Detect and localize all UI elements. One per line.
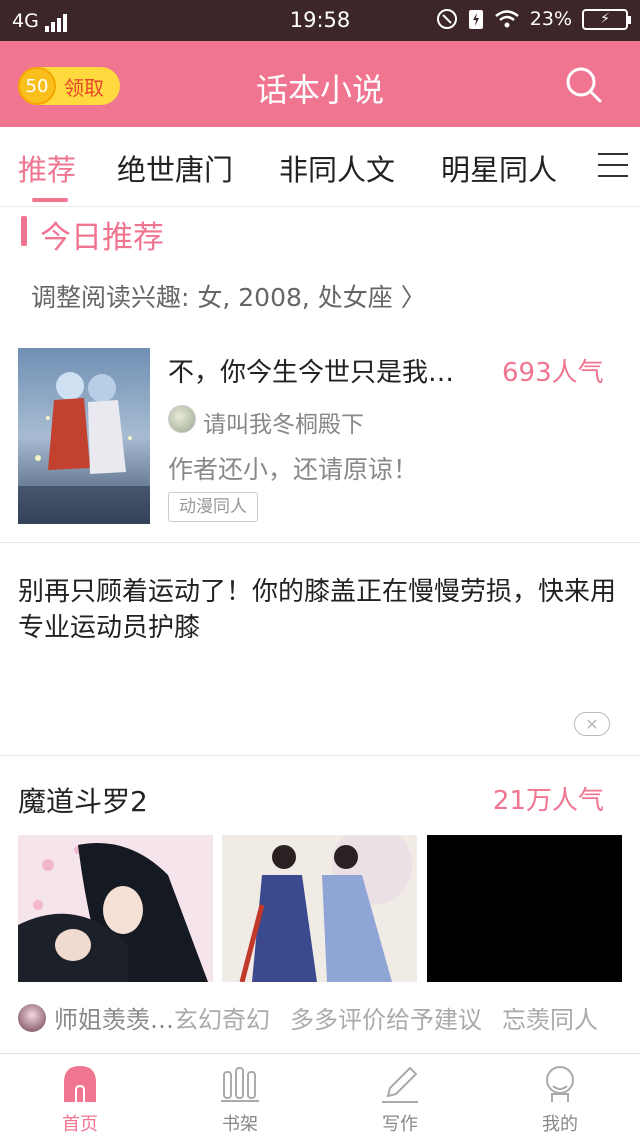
- divider: [0, 755, 640, 756]
- home-icon: [64, 1066, 96, 1102]
- nav-label: 书架: [222, 1114, 258, 1135]
- pencil-icon: [382, 1066, 418, 1103]
- section-marker: [21, 216, 27, 246]
- battery-icon: ⚡: [582, 8, 631, 30]
- nav-bookshelf[interactable]: 书架: [160, 1054, 320, 1138]
- tab-recommend[interactable]: 推荐: [18, 147, 76, 189]
- book-popularity: 21万人气: [492, 786, 604, 816]
- charging-icon: [468, 10, 483, 29]
- nav-home[interactable]: 首页: [0, 1054, 160, 1138]
- nav-label: 首页: [62, 1114, 98, 1135]
- profile-icon: [546, 1066, 574, 1102]
- status-bar: 4G 19:58 23% ⚡: [0, 0, 640, 41]
- battery-percent: 23%: [529, 8, 572, 30]
- tab-non-fanfic[interactable]: 非同人文: [279, 147, 395, 189]
- book-tag[interactable]: 多多评价给予建议: [290, 1000, 482, 1035]
- author-name[interactable]: 请叫我冬桐殿下: [203, 405, 364, 439]
- nav-write[interactable]: 写作: [320, 1054, 480, 1138]
- tab-jueshi-tangmen[interactable]: 绝世唐门: [117, 147, 233, 189]
- author-avatar: [168, 405, 196, 433]
- app-title: 话本小说: [255, 71, 384, 109]
- book-tag[interactable]: 忘羡同人: [502, 1000, 598, 1035]
- nav-label: 写作: [382, 1114, 418, 1135]
- bottom-nav: 首页 书架 写作 我的: [0, 1053, 640, 1138]
- book-cover-image[interactable]: [18, 348, 150, 524]
- book-image[interactable]: [427, 835, 622, 982]
- book-tag[interactable]: 玄幻奇幻: [174, 1000, 270, 1035]
- active-tab-indicator: [32, 198, 68, 202]
- book-title[interactable]: 魔道斗罗2: [18, 780, 148, 820]
- adjust-interest-link[interactable]: 调整阅读兴趣: 女, 2008, 处女座 〉: [31, 278, 426, 314]
- author-name[interactable]: 师姐羡羡…: [54, 1000, 174, 1035]
- book-meta-row: 师姐羡羡… 玄幻奇幻 多多评价给予建议 忘羡同人: [18, 1000, 628, 1035]
- wifi-icon: [494, 10, 519, 28]
- divider: [0, 542, 640, 543]
- book-title[interactable]: 不，你今生今世只是我…: [168, 352, 498, 389]
- author-avatar: [18, 1003, 46, 1032]
- nav-profile[interactable]: 我的: [480, 1054, 640, 1138]
- bookshelf-icon: [221, 1067, 259, 1102]
- nfc-icon: [436, 9, 457, 29]
- menu-icon[interactable]: [598, 153, 628, 179]
- book-popularity: 693人气: [502, 358, 604, 388]
- app-header: 50 领取 话本小说: [0, 41, 640, 127]
- ad-close-icon[interactable]: ✕: [574, 712, 610, 736]
- search-icon[interactable]: [564, 65, 604, 105]
- book-tag[interactable]: 动漫同人: [168, 492, 258, 522]
- nav-label: 我的: [542, 1114, 578, 1135]
- category-tabs: 推荐 绝世唐门 非同人文 明星同人: [0, 127, 640, 207]
- section-title: 今日推荐: [40, 220, 164, 256]
- tab-celebrity-fanfic[interactable]: 明星同人: [441, 147, 557, 189]
- book-description: 作者还小，还请原谅！: [168, 455, 419, 484]
- book-image[interactable]: [222, 835, 417, 982]
- ad-text[interactable]: 别再只顾着运动了！你的膝盖正在慢慢劳损，快来用专业运动员护膝: [18, 574, 622, 646]
- book-image[interactable]: [18, 835, 213, 982]
